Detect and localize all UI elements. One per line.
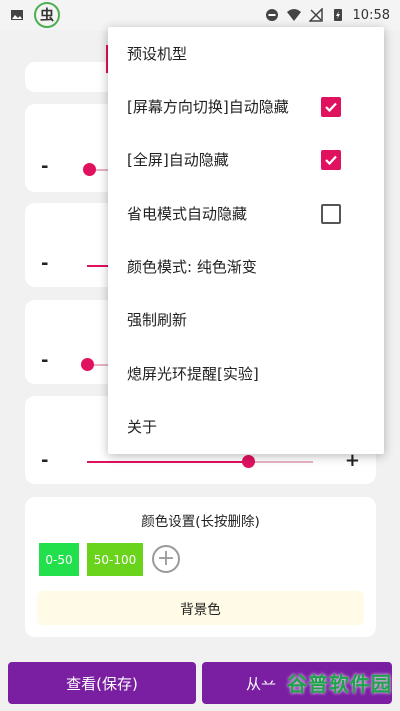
menu-item-auto-hide-rotation[interactable]: [屏幕方向切换]自动隐藏 — [108, 80, 384, 133]
do-not-disturb-icon — [265, 9, 278, 21]
status-time: 10:58 — [352, 7, 390, 23]
menu-item-screen-off-halo[interactable]: 熄屏光环提醒[实验] — [108, 347, 384, 400]
checkbox-checked-icon[interactable] — [321, 149, 341, 170]
view-save-button[interactable]: 查看(保存) — [8, 662, 196, 704]
decrease-button[interactable]: - — [41, 156, 48, 177]
wifi-icon — [286, 9, 301, 21]
battery-icon — [333, 9, 342, 21]
color-swatch-0-50[interactable]: 0-50 — [39, 543, 79, 576]
menu-item-color-mode[interactable]: 颜色模式: 纯色渐变 — [108, 240, 384, 293]
decrease-button[interactable]: - — [41, 450, 48, 471]
image-icon — [11, 10, 23, 20]
menu-item-label: 预设机型 — [127, 45, 188, 63]
checkmark-icon — [325, 155, 337, 165]
menu-item-auto-hide-power-saving[interactable]: 省电模式自动隐藏 — [108, 187, 384, 240]
background-color-label: 背景色 — [180, 602, 221, 618]
status-bar: 虫 10:58 — [0, 0, 400, 30]
menu-item-label: 熄屏光环提醒[实验] — [127, 365, 259, 383]
slider-thumb[interactable] — [83, 163, 96, 176]
decrease-button[interactable]: - — [41, 350, 48, 371]
no-signal-icon — [308, 8, 323, 22]
color-swatch-50-100[interactable]: 50-100 — [87, 543, 143, 576]
second-action-label: 从䒑 — [246, 674, 277, 693]
slider-track[interactable] — [87, 455, 313, 468]
decrease-button[interactable]: - — [41, 253, 48, 274]
slider-thumb[interactable] — [81, 358, 94, 371]
menu-item-label: 颜色模式: 纯色渐变 — [127, 258, 257, 276]
menu-item-about[interactable]: 关于 — [108, 400, 384, 453]
menu-item-force-refresh[interactable]: 强制刷新 — [108, 293, 384, 346]
plus-icon: + — [156, 546, 176, 571]
color-settings-title: 颜色设置(长按删除) — [141, 514, 260, 530]
menu-item-label: [屏幕方向切换]自动隐藏 — [127, 98, 289, 116]
add-color-button[interactable]: + — [152, 545, 180, 573]
menu-item-label: 关于 — [127, 418, 158, 436]
checkbox-unchecked-icon[interactable] — [321, 203, 341, 224]
view-save-label: 查看(保存) — [66, 674, 138, 693]
menu-item-label: 省电模式自动隐藏 — [127, 205, 248, 223]
color-settings-card: 颜色设置(长按删除) 0-50 50-100 + 背景色 — [25, 497, 376, 637]
menu-item-label: 强制刷新 — [127, 311, 188, 329]
checkbox-checked-icon[interactable] — [321, 96, 341, 117]
menu-item-label: [全屏]自动隐藏 — [127, 151, 229, 169]
checkmark-icon — [325, 102, 337, 112]
background-color-button[interactable]: 背景色 — [37, 591, 364, 625]
watermark-logo: 谷普软件园 — [287, 672, 392, 696]
app-notification-icon: 虫 — [34, 2, 60, 28]
overflow-menu: 预设机型 [屏幕方向切换]自动隐藏 [全屏]自动隐藏 省电模式自动隐藏 颜色模式… — [108, 27, 384, 454]
menu-item-preset-model[interactable]: 预设机型 — [108, 27, 384, 80]
slider-thumb[interactable] — [242, 455, 255, 468]
slider-fill — [87, 461, 248, 463]
menu-item-auto-hide-fullscreen[interactable]: [全屏]自动隐藏 — [108, 133, 384, 186]
